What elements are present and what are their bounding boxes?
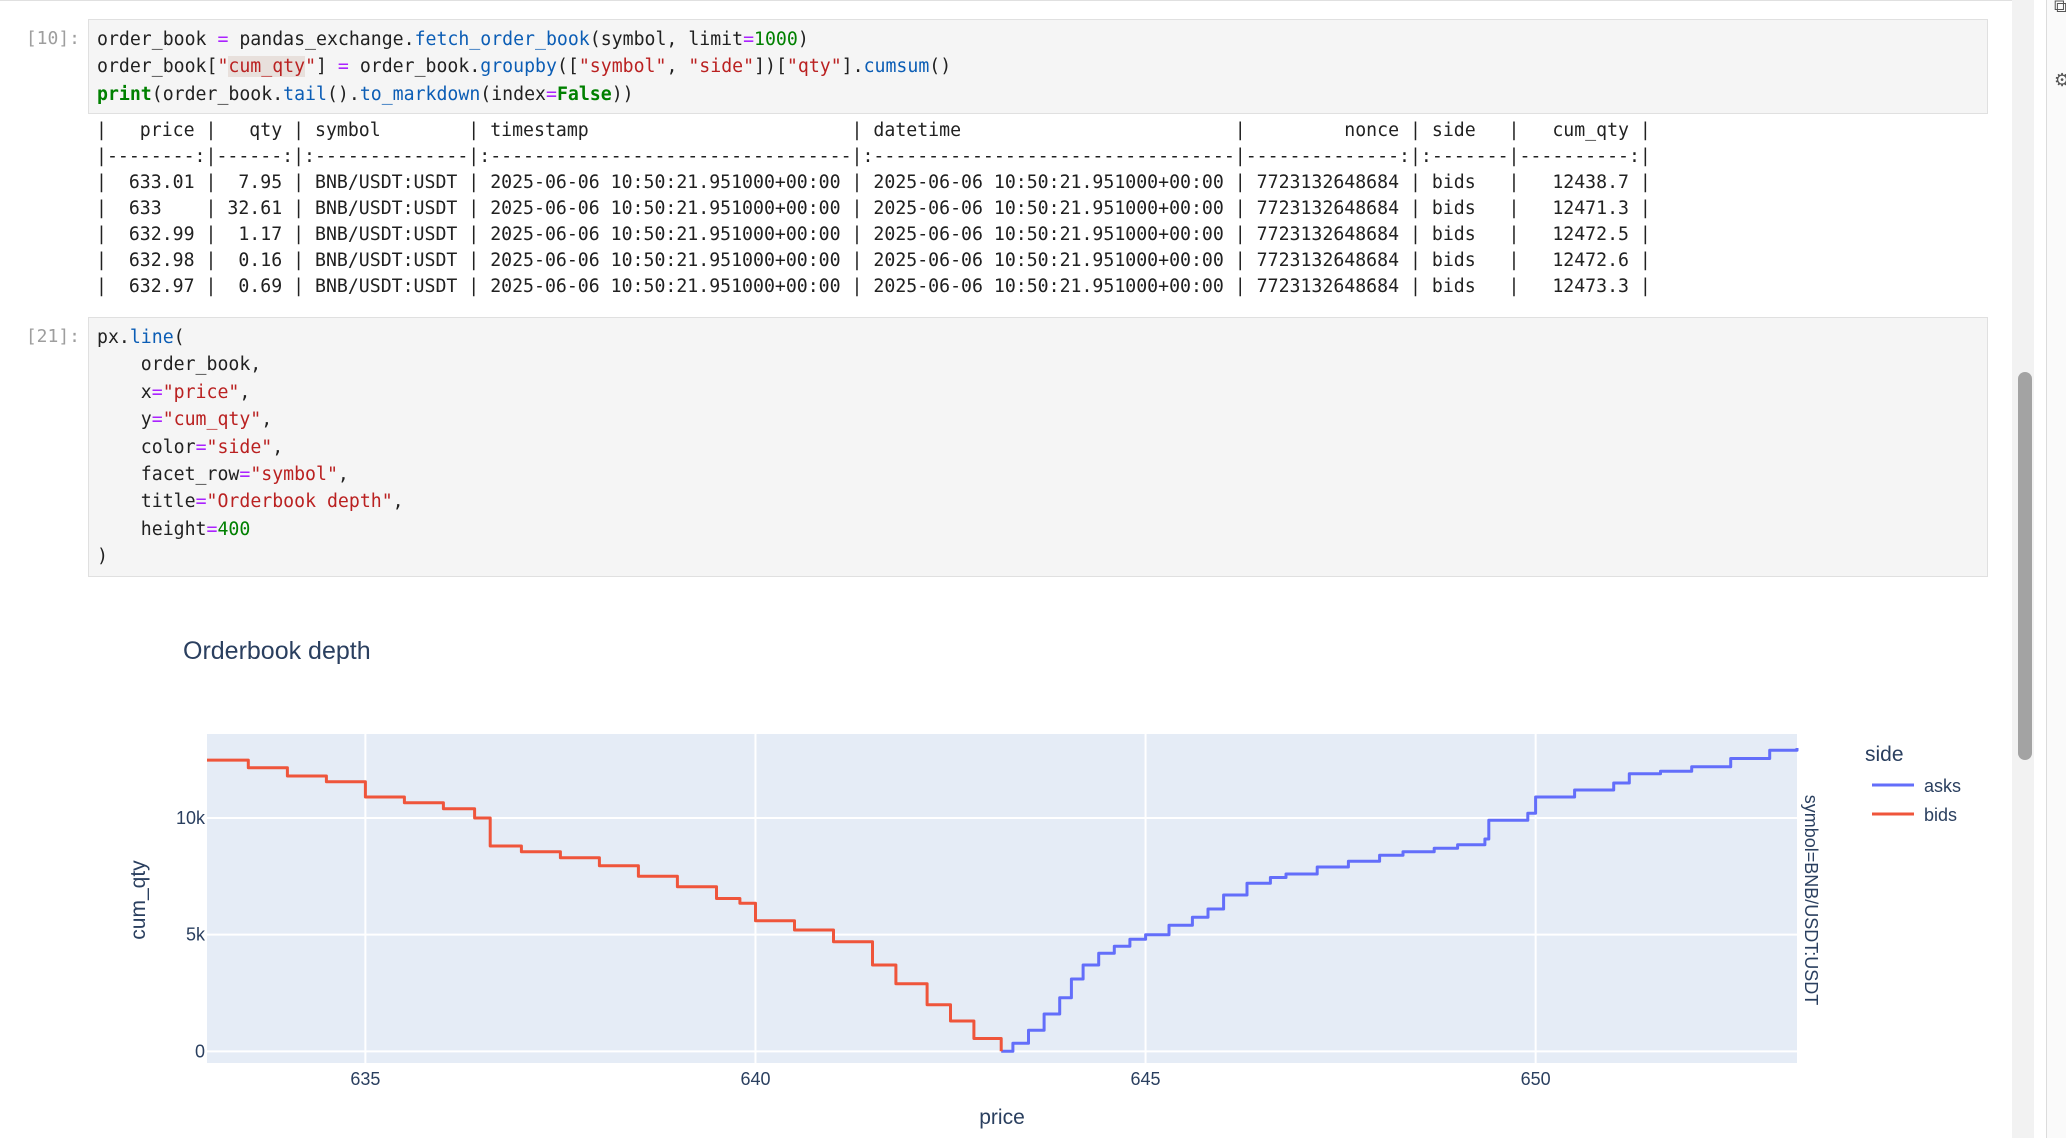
y-tick-label: 10k xyxy=(176,808,206,828)
legend[interactable]: side asks bids xyxy=(1865,743,1961,825)
settings-icon[interactable]: ⚙ xyxy=(2054,70,2066,91)
right-sidebar-edge xyxy=(2046,0,2066,1138)
orderbook-depth-chart[interactable]: Orderbook depth 635 640 645 650 0 5k 10k pric… xyxy=(0,0,2000,1138)
legend-label-asks[interactable]: asks xyxy=(1924,776,1961,796)
vertical-scrollbar-thumb[interactable] xyxy=(2018,372,2032,760)
chart-title: Orderbook depth xyxy=(183,637,371,665)
x-tick-label: 635 xyxy=(350,1069,380,1089)
x-tick-label: 645 xyxy=(1131,1069,1161,1089)
y-axis-label: cum_qty xyxy=(127,860,150,940)
x-tick-label: 640 xyxy=(740,1069,770,1089)
x-axis-label: price xyxy=(979,1106,1025,1129)
x-tick-label: 650 xyxy=(1521,1069,1551,1089)
y-tick-label: 0 xyxy=(195,1041,205,1061)
facet-row-label: symbol=BNB/USDT:USDT xyxy=(1801,795,1821,1006)
y-tick-label: 5k xyxy=(186,925,206,945)
y-tick-labels: 0 5k 10k xyxy=(176,808,206,1061)
legend-label-bids[interactable]: bids xyxy=(1924,805,1957,825)
legend-title: side xyxy=(1865,743,1904,766)
copy-icon[interactable]: ⧉ xyxy=(2054,0,2066,17)
plot-area[interactable] xyxy=(207,734,1797,1063)
x-tick-labels: 635 640 645 650 xyxy=(350,1069,1550,1089)
